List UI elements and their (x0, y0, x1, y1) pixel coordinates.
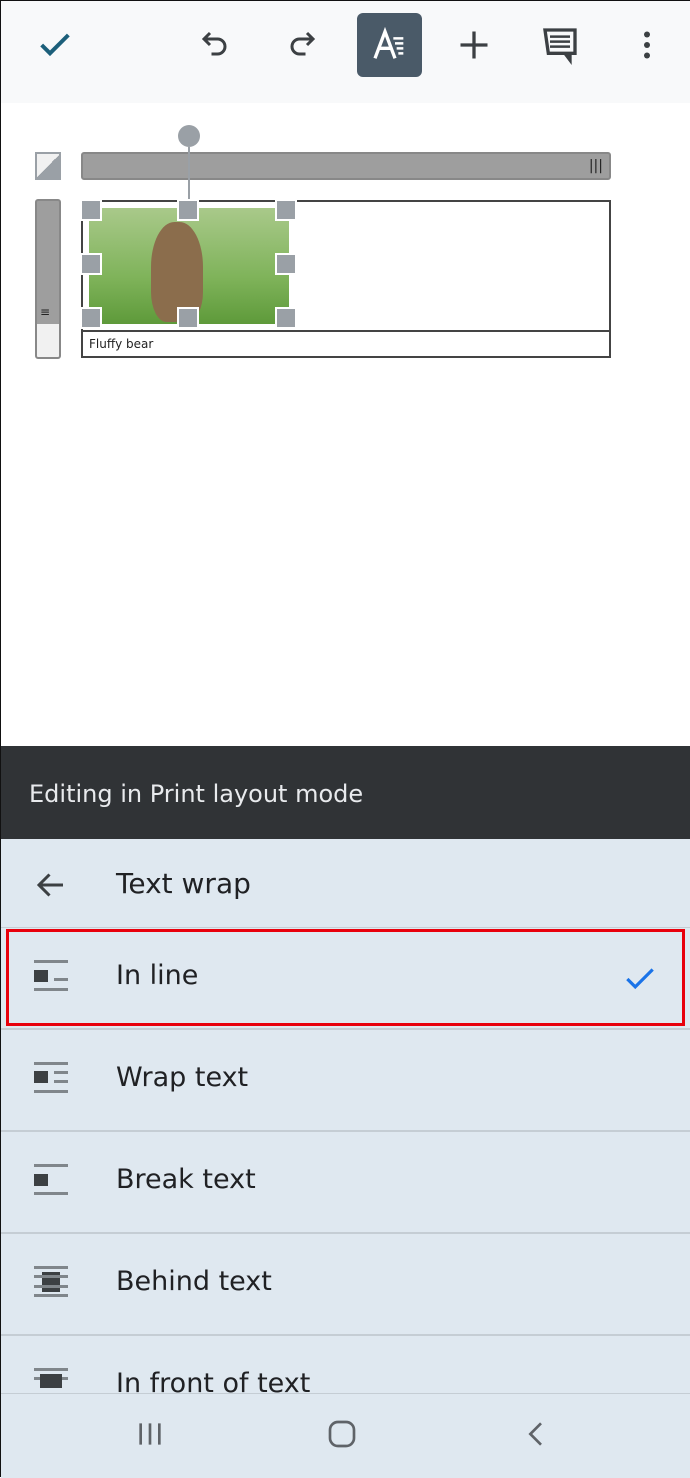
resize-handle[interactable] (275, 307, 297, 329)
column-handle-bar[interactable]: ||| (81, 152, 611, 180)
redo-icon (290, 31, 316, 56)
resize-handle[interactable] (80, 307, 102, 329)
resize-handle[interactable] (177, 199, 199, 221)
insert-button[interactable] (442, 13, 506, 77)
comment-icon (543, 28, 577, 65)
option-wrap-text[interactable]: Wrap text (1, 1030, 690, 1132)
toolbar (1, 1, 690, 103)
undo-icon (201, 31, 227, 56)
home-icon[interactable] (326, 1418, 358, 1450)
wrap-text-icon (34, 1062, 68, 1093)
resize-handle[interactable] (177, 307, 199, 329)
more-vert-icon (644, 31, 650, 59)
undo-button[interactable] (184, 13, 248, 77)
check-icon (40, 33, 70, 57)
resize-handle[interactable] (275, 253, 297, 275)
mode-banner: Editing in Print layout mode (1, 746, 690, 839)
recents-icon[interactable] (134, 1418, 166, 1450)
in-front-text-icon (34, 1368, 68, 1388)
behind-text-icon (34, 1266, 68, 1297)
resize-handle[interactable] (80, 199, 102, 221)
resize-handle[interactable] (275, 199, 297, 221)
back-arrow-icon[interactable] (33, 867, 69, 903)
more-button[interactable] (615, 13, 679, 77)
option-in-front-of-text[interactable]: In front of text (1, 1336, 690, 1393)
row-handle-bar[interactable]: ≡ (35, 199, 61, 359)
comment-button[interactable] (528, 13, 592, 77)
resize-handle[interactable] (80, 253, 102, 275)
rotate-handle[interactable] (178, 125, 200, 147)
text-wrap-panel: Text wrap In line Wrap text Break text B… (1, 839, 690, 1393)
format-button[interactable] (357, 13, 422, 77)
text-format-icon (372, 26, 403, 59)
done-button[interactable] (23, 13, 87, 77)
panel-header: Text wrap (1, 839, 690, 928)
panel-title: Text wrap (116, 867, 251, 900)
image-caption: Fluffy bear (89, 337, 154, 351)
break-text-icon (34, 1164, 68, 1195)
add-icon (460, 31, 488, 59)
back-icon[interactable] (521, 1418, 553, 1450)
option-behind-text[interactable]: Behind text (1, 1234, 690, 1336)
system-nav-bar (1, 1393, 690, 1478)
table-select-corner[interactable] (35, 152, 61, 180)
highlight-box (6, 929, 685, 1026)
redo-button[interactable] (269, 13, 333, 77)
option-break-text[interactable]: Break text (1, 1132, 690, 1234)
document-canvas[interactable]: ||| ≡ Fluffy bear (1, 103, 690, 746)
